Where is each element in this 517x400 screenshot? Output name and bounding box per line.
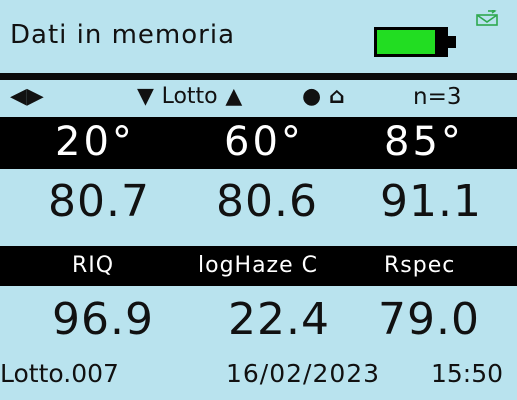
metric-label-loghaze: logHaze C <box>198 253 318 278</box>
up-arrow-icon[interactable]: ▲ <box>225 84 242 109</box>
left-right-arrows-icon[interactable]: ◀▶ <box>10 84 44 109</box>
metric-value-riq: 96.9 <box>52 294 154 345</box>
lotto-label: Lotto <box>161 84 218 109</box>
angles-bar: 20° 60° 85° <box>0 117 517 169</box>
gloss-value-20: 80.7 <box>48 176 150 227</box>
down-arrow-icon[interactable]: ▼ <box>137 84 154 109</box>
lotto-selector[interactable]: ▼ Lotto ▲ <box>137 84 242 109</box>
metric-label-rspec: Rspec <box>384 253 456 278</box>
mail-outbox-icon <box>476 10 498 26</box>
metric-labels-bar: RIQ logHaze C Rspec <box>0 246 517 286</box>
dot-icon: ● <box>302 84 322 109</box>
measurement-time: 15:50 <box>431 359 504 388</box>
lot-name: Lotto.007 <box>0 359 119 388</box>
title-bar: Dati in memoria <box>0 0 517 73</box>
header-divider <box>0 73 517 80</box>
metric-value-loghaze: 22.4 <box>228 294 330 345</box>
angle-20: 20° <box>55 119 135 165</box>
metric-value-rspec: 79.0 <box>378 294 480 345</box>
battery-level-fill <box>377 30 435 54</box>
metric-label-riq: RIQ <box>72 253 115 278</box>
measurement-date: 16/02/2023 <box>226 359 381 388</box>
navigation-row: ◀▶ ▼ Lotto ▲ ● ⌂ n=3 <box>0 80 517 116</box>
battery-icon <box>374 27 456 59</box>
gloss-value-85: 91.1 <box>380 176 482 227</box>
home-status: ● ⌂ <box>302 84 345 109</box>
footer: Lotto.007 16/02/2023 15:50 <box>0 356 517 396</box>
metric-values-row: 96.9 22.4 79.0 <box>0 290 517 348</box>
gloss-value-60: 80.6 <box>216 176 318 227</box>
home-icon: ⌂ <box>328 84 345 109</box>
angle-85: 85° <box>384 119 464 165</box>
screen-title: Dati in memoria <box>10 20 236 50</box>
sample-count: n=3 <box>413 84 462 110</box>
angle-60: 60° <box>224 119 304 165</box>
gloss-values-row: 80.7 80.6 91.1 <box>0 172 517 232</box>
